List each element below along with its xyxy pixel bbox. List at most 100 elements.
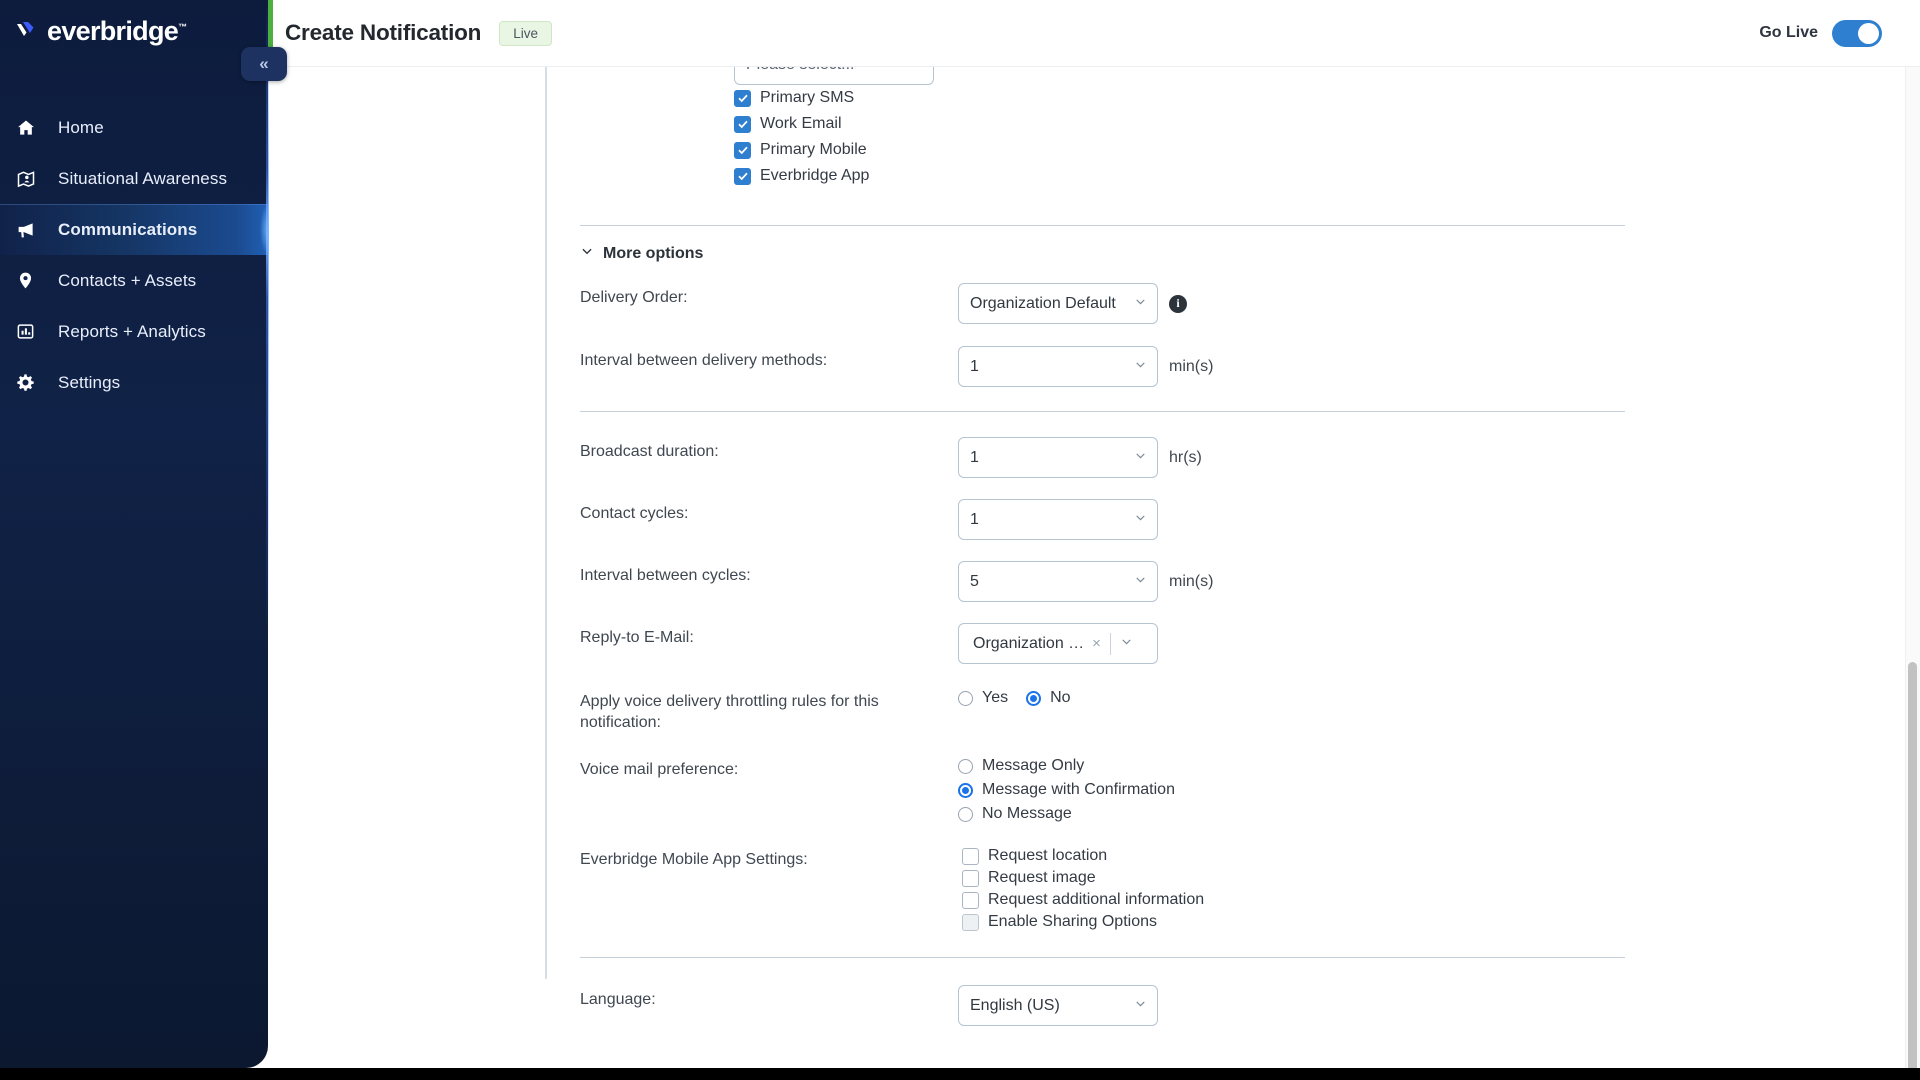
sidebar-item-communications[interactable]: Communications	[0, 204, 268, 255]
more-options-form: More options Delivery Order: Organizatio…	[580, 67, 1625, 1068]
radio-voice-throttling-yes[interactable]	[958, 690, 973, 706]
radio-label: Message Only	[982, 757, 1085, 775]
field-label: Delivery Order:	[580, 289, 688, 306]
sidebar-item-reports-analytics[interactable]: Reports + Analytics	[0, 306, 268, 357]
page-title: Create Notification	[285, 20, 482, 45]
bar-chart-icon	[16, 322, 46, 341]
everbridge-logo: everbridge™	[14, 15, 187, 46]
contact-cycles-value: 1	[970, 510, 979, 528]
sidebar-item-label: Communications	[58, 219, 198, 239]
sidebar-nav: Home Situational Awareness Communication…	[0, 102, 268, 408]
interval-delivery-methods-select[interactable]: 1	[958, 346, 1158, 387]
section-divider	[580, 957, 1625, 959]
field-label: Reply-to E-Mail:	[580, 629, 694, 646]
chevron-down-icon	[1134, 997, 1147, 1015]
reply-to-email-select[interactable]: Organization … ×	[958, 623, 1158, 664]
field-label: Everbridge Mobile App Settings:	[580, 851, 808, 869]
scrollbar-thumb[interactable]	[1908, 662, 1917, 1074]
field-language: Language: English (US)	[580, 985, 1625, 1027]
radio-row-no[interactable]: No	[1026, 689, 1071, 707]
delivery-order-select[interactable]: Organization Default	[958, 283, 1158, 324]
app-header: Create Notification Live Go Live	[268, 0, 1920, 67]
unit-label: min(s)	[1169, 572, 1214, 590]
radio-voice-throttling-no[interactable]	[1026, 690, 1042, 706]
checkbox-row[interactable]: Enable Sharing Options	[962, 913, 1157, 931]
language-value: English (US)	[970, 996, 1060, 1014]
checkbox-label: Request location	[988, 847, 1108, 865]
sidebar-item-home[interactable]: Home	[0, 102, 268, 153]
window-bottom-bar	[0, 1068, 1920, 1080]
radio-message-with-confirmation[interactable]	[958, 782, 973, 798]
chevron-down-icon[interactable]	[1120, 635, 1133, 653]
delivery-order-value: Organization Default	[970, 294, 1116, 312]
field-interval-cycles: Interval between cycles: 5 min(s)	[580, 561, 1625, 602]
field-reply-to-email: Reply-to E-Mail: Organization … ×	[580, 623, 1625, 664]
gear-icon	[16, 373, 46, 392]
sidebar-item-label: Home	[58, 117, 104, 137]
radio-label: No Message	[982, 805, 1072, 823]
field-label: Interval between delivery methods:	[580, 352, 828, 369]
radio-no-message[interactable]	[958, 806, 973, 822]
field-voice-mail-preference: Voice mail preference: Message Only Mess…	[580, 755, 1625, 823]
megaphone-icon	[16, 219, 46, 240]
broadcast-duration-value: 1	[970, 448, 979, 466]
form-left-rule	[545, 67, 547, 979]
unit-label: hr(s)	[1169, 448, 1202, 466]
chevron-down-icon	[1134, 573, 1147, 591]
checkbox-row[interactable]: Request location	[962, 847, 1107, 865]
radio-label: Yes	[982, 689, 1009, 706]
go-live-label: Go Live	[1759, 24, 1818, 41]
more-options-label: More options	[603, 244, 704, 262]
interval-cycles-select[interactable]: 5	[958, 561, 1158, 602]
checkbox-row[interactable]: Request additional information	[962, 891, 1204, 909]
radio-row[interactable]: No Message	[958, 805, 1072, 823]
checkbox-row[interactable]: Request image	[962, 869, 1096, 887]
language-select[interactable]: English (US)	[958, 985, 1158, 1027]
radio-label: No	[1050, 689, 1071, 706]
toggle-knob	[1858, 22, 1879, 44]
reply-to-email-value: Organization …	[973, 634, 1085, 652]
contact-cycles-select[interactable]: 1	[958, 499, 1158, 540]
field-broadcast-duration: Broadcast duration: 1 hr(s)	[580, 437, 1625, 478]
sidebar-collapse-button[interactable]: «	[241, 47, 287, 81]
section-divider	[580, 225, 1625, 226]
radio-row[interactable]: Message Only	[958, 757, 1084, 775]
interval-delivery-methods-value: 1	[970, 357, 979, 375]
logo-wordmark: everbridge™	[47, 15, 187, 46]
checkbox-request-location[interactable]	[962, 847, 979, 865]
info-icon[interactable]: i	[1169, 294, 1187, 313]
checkbox-label: Request additional information	[988, 891, 1205, 909]
sidebar-item-settings[interactable]: Settings	[0, 357, 268, 408]
interval-cycles-value: 5	[970, 572, 979, 590]
status-badge: Live	[499, 20, 552, 46]
everbridge-checkmark-icon	[14, 16, 44, 46]
checkbox-label: Request image	[988, 869, 1096, 887]
sidebar-item-contacts-assets[interactable]: Contacts + Assets	[0, 255, 268, 306]
checkbox-request-image[interactable]	[962, 869, 979, 887]
broadcast-duration-select[interactable]: 1	[958, 437, 1158, 478]
field-delivery-order: Delivery Order: Organization Default i	[580, 283, 1625, 324]
map-pin-person-icon	[16, 169, 46, 189]
radio-row-yes[interactable]: Yes	[958, 689, 1008, 707]
sidebar-item-situational-awareness[interactable]: Situational Awareness	[0, 153, 268, 204]
radio-message-only[interactable]	[958, 758, 973, 774]
field-contact-cycles: Contact cycles: 1	[580, 499, 1625, 540]
location-pin-icon	[16, 271, 46, 290]
sidebar-item-label: Situational Awareness	[58, 168, 228, 188]
main-content: Please select... Primary SMS Work Ema	[268, 67, 1920, 1068]
go-live-toggle[interactable]	[1832, 19, 1882, 47]
field-label: Language:	[580, 991, 656, 1009]
more-options-toggle[interactable]: More options	[580, 244, 1625, 263]
trademark-symbol: ™	[178, 21, 187, 32]
checkbox-request-additional-information[interactable]	[962, 891, 979, 909]
field-label: Interval between cycles:	[580, 567, 751, 584]
scrollbar-track[interactable]	[1905, 67, 1920, 1074]
field-mobile-app-settings: Everbridge Mobile App Settings: Request …	[580, 845, 1625, 931]
separator	[1109, 632, 1111, 655]
checkbox-enable-sharing-options[interactable]	[962, 913, 979, 931]
radio-label: Message with Confirmation	[982, 781, 1175, 799]
clear-icon[interactable]: ×	[1092, 635, 1101, 652]
field-label: Voice mail preference:	[580, 761, 739, 779]
sidebar-item-label: Reports + Analytics	[58, 321, 206, 341]
radio-row[interactable]: Message with Confirmation	[958, 781, 1175, 799]
